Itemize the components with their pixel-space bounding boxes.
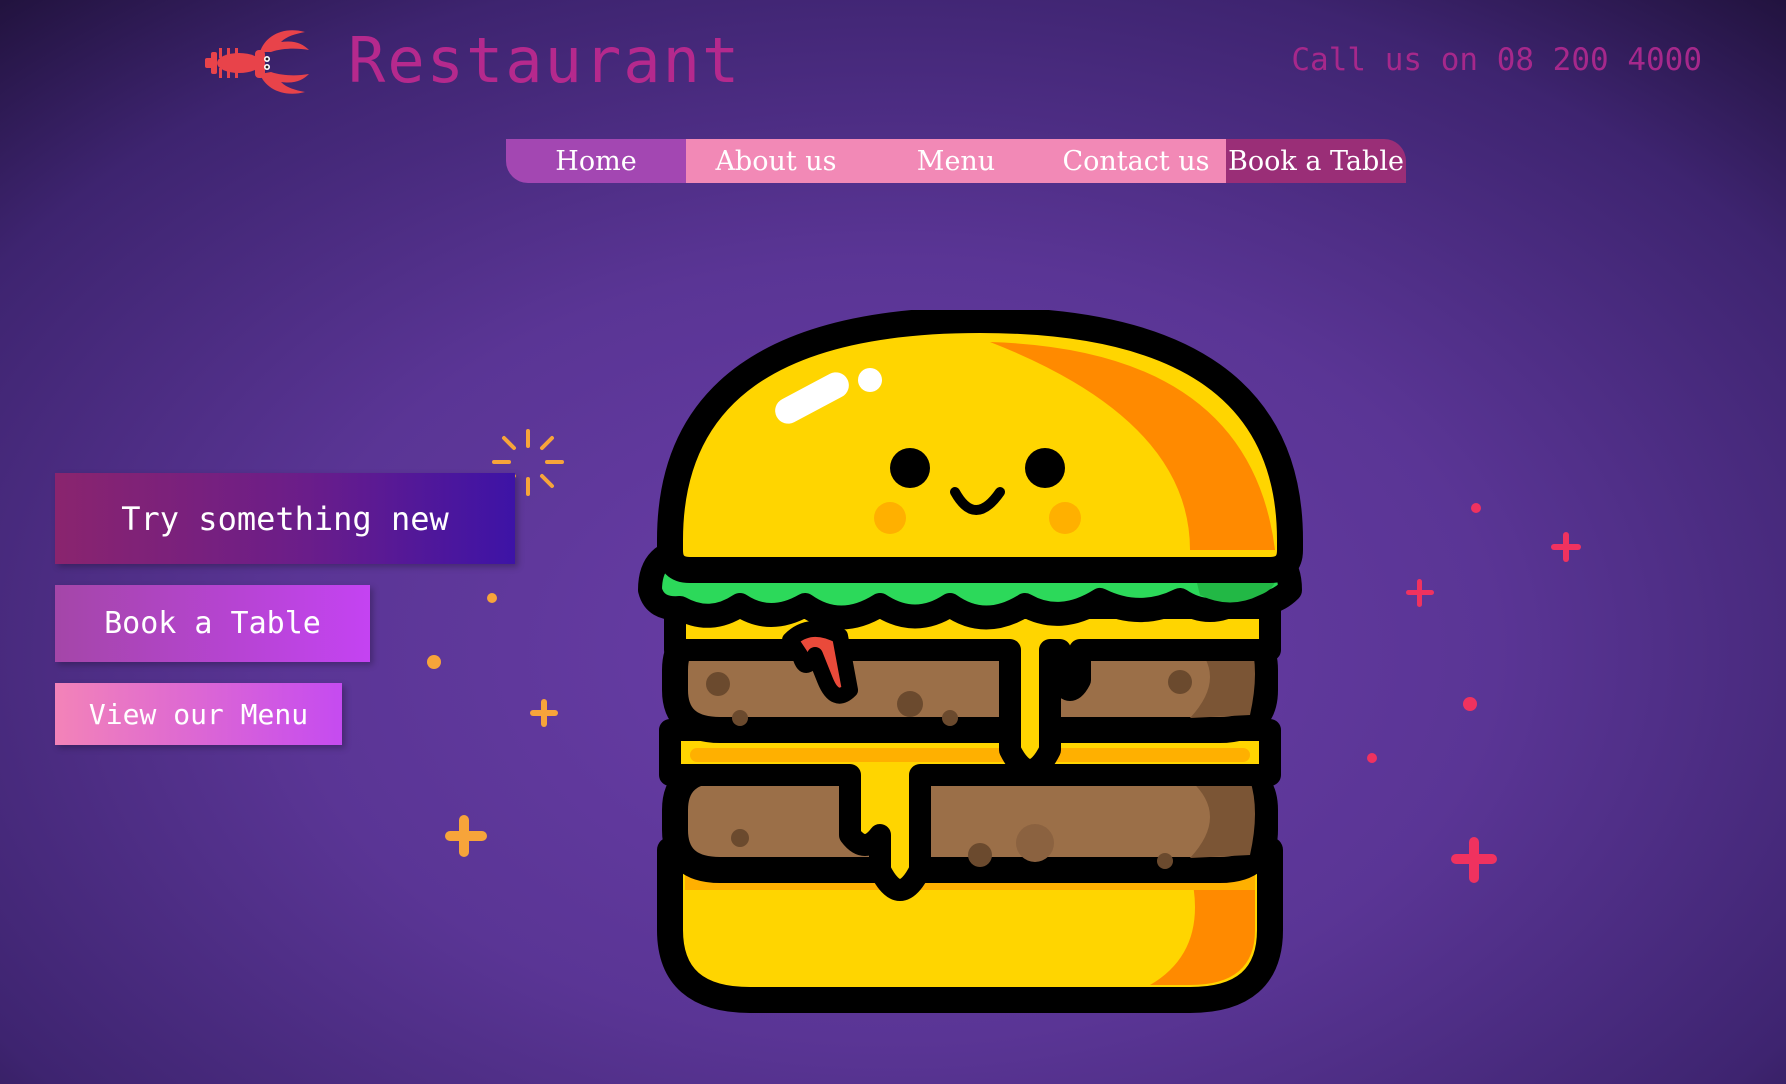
nav-item-home[interactable]: Home xyxy=(506,139,686,183)
phone-number: Call us on 08 200 4000 xyxy=(1291,42,1702,78)
book-table-button[interactable]: Book a Table xyxy=(55,585,370,662)
nav-item-menu[interactable]: Menu xyxy=(866,139,1046,183)
main-nav: Home About us Menu Contact us Book a Tab… xyxy=(506,139,1406,183)
nav-item-about-us[interactable]: About us xyxy=(686,139,866,183)
nav-item-contact-us[interactable]: Contact us xyxy=(1046,139,1226,183)
lobster-icon xyxy=(205,30,309,94)
try-something-new-button[interactable]: Try something new xyxy=(55,473,515,564)
brand-title: Restaurant xyxy=(348,24,742,97)
nav-item-book-a-table[interactable]: Book a Table xyxy=(1226,139,1406,183)
burger-mascot-icon xyxy=(638,310,1303,1013)
view-menu-button[interactable]: View our Menu xyxy=(55,683,342,745)
